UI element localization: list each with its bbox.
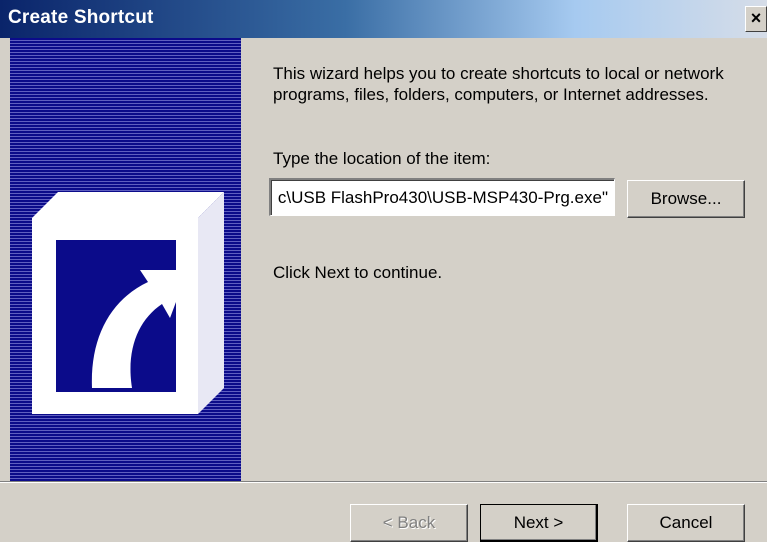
intro-text: This wizard helps you to create shortcut… (273, 64, 724, 104)
location-input[interactable] (269, 178, 615, 216)
footer-separator (0, 481, 767, 483)
cancel-button[interactable]: Cancel (627, 504, 745, 542)
shortcut-arrow-icon (32, 192, 224, 414)
wizard-banner (10, 38, 241, 481)
title-bar[interactable]: Create Shortcut × (0, 0, 767, 38)
browse-button[interactable]: Browse... (627, 180, 745, 218)
location-label: Type the location of the item: (273, 149, 491, 168)
create-shortcut-dialog: Create Shortcut × This wizard helps you … (0, 0, 767, 542)
close-button[interactable]: × (745, 6, 767, 32)
window-title: Create Shortcut (8, 7, 154, 28)
next-button[interactable]: Next > (480, 504, 598, 542)
continue-instruction: Click Next to continue. (273, 263, 443, 282)
back-button[interactable]: < Back (350, 504, 468, 542)
